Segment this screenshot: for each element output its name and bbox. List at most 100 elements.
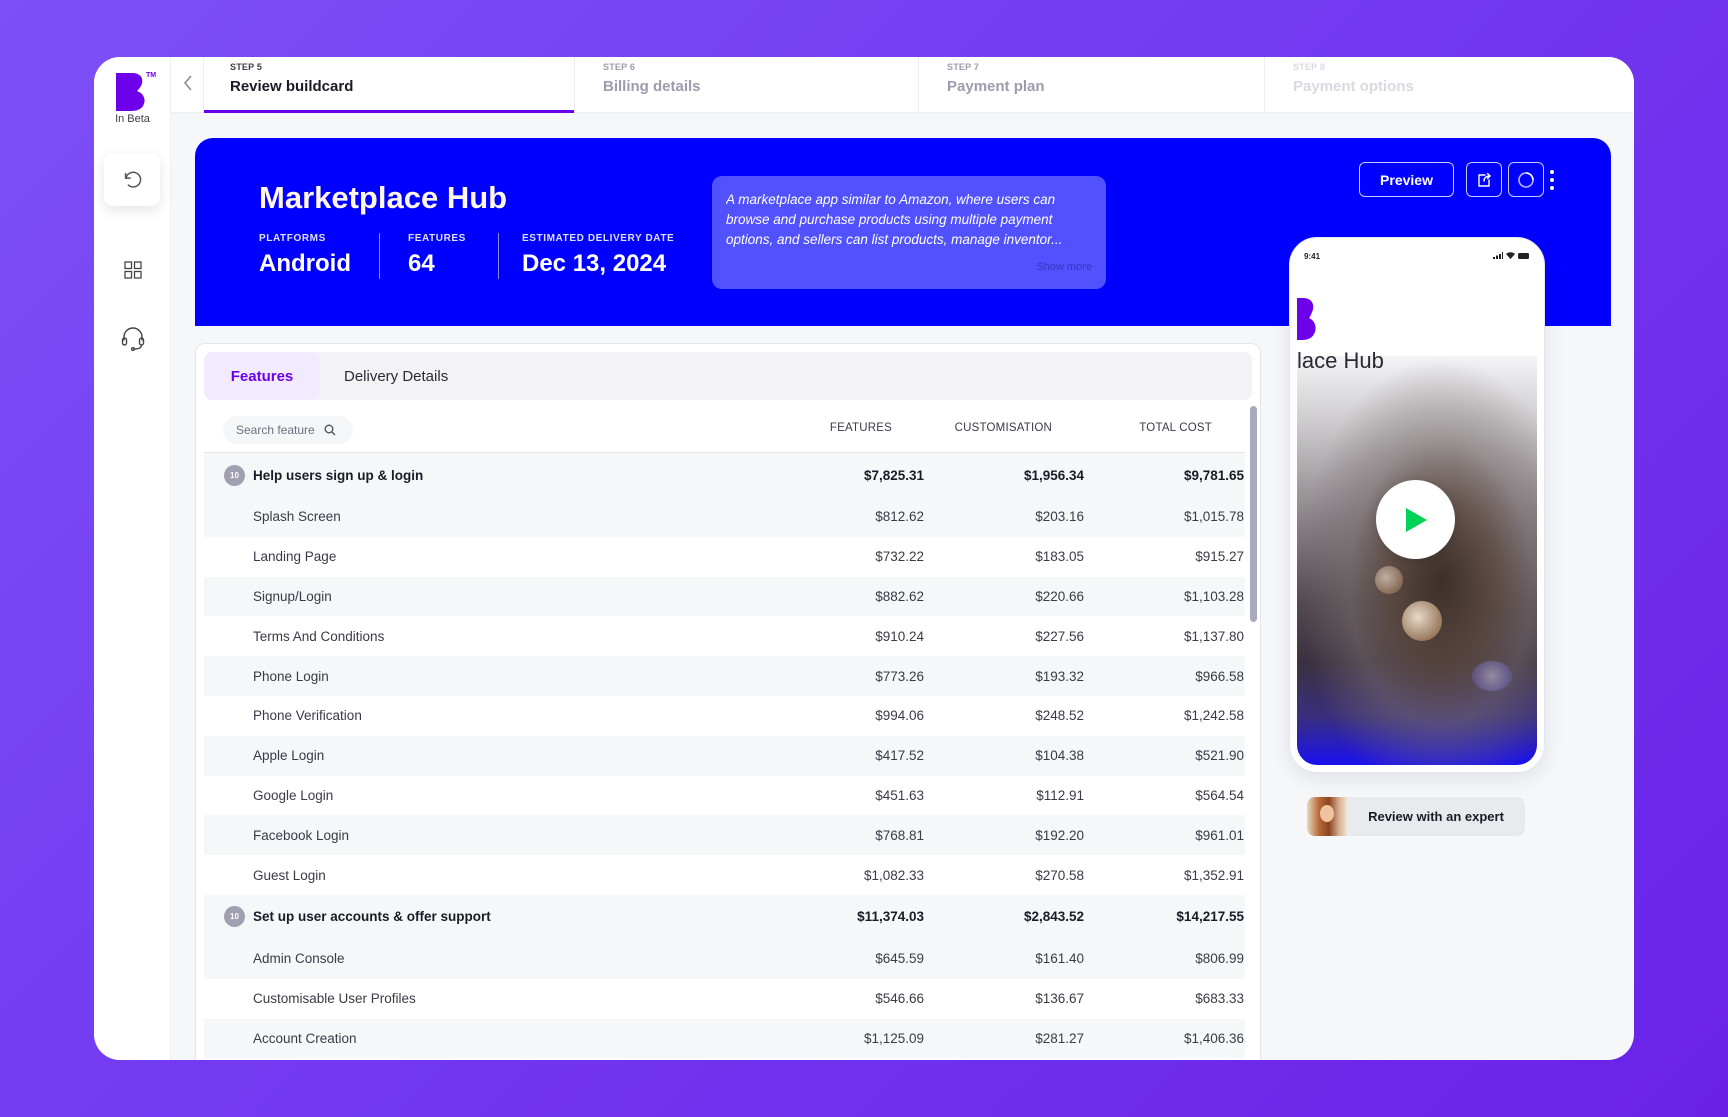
- feature-name: Signup/Login: [253, 588, 332, 604]
- table-tabs: Features Delivery Details: [204, 352, 1252, 400]
- feature-row[interactable]: Apple Login $417.52 $104.38 $521.90: [204, 735, 1245, 776]
- play-button[interactable]: [1376, 480, 1455, 559]
- features-cost: $7,825.31: [863, 467, 924, 483]
- feature-row[interactable]: Admin Console $645.59 $161.40 $806.99: [204, 938, 1245, 979]
- support-button[interactable]: [94, 325, 171, 351]
- features-cost: $910.24: [875, 628, 924, 644]
- step-billing-details[interactable]: STEP 6 Billing details: [574, 57, 918, 113]
- features-meta: FEATURES 64: [408, 233, 466, 281]
- feature-name: Terms And Conditions: [253, 628, 385, 644]
- feature-name: Admin Console: [253, 951, 345, 967]
- customisation-cost: $220.66: [1035, 588, 1084, 604]
- search-input[interactable]: [236, 423, 316, 437]
- dashboard-button[interactable]: [94, 261, 171, 279]
- features-cost: $546.66: [875, 991, 924, 1007]
- tab-features[interactable]: Features: [204, 352, 320, 400]
- show-more-link[interactable]: Show more: [1036, 261, 1092, 273]
- review-with-expert-button[interactable]: Review with an expert: [1307, 797, 1525, 836]
- feature-name: Facebook Login: [253, 827, 350, 843]
- platforms-meta: PLATFORMS Android: [259, 233, 351, 281]
- app-logo: [1297, 298, 1316, 340]
- share-icon: [1478, 172, 1491, 187]
- search-feature[interactable]: [223, 416, 353, 444]
- total-cost: $961.01: [1195, 827, 1244, 843]
- feature-row[interactable]: Account Creation $1,125.09 $281.27 $1,406.3…: [204, 1018, 1245, 1059]
- feature-row[interactable]: Guest Login $1,082.33 $270.58 $1,352.91: [204, 855, 1245, 895]
- feature-name: Set up user accounts & offer support: [253, 909, 491, 925]
- builder-logo[interactable]: [116, 73, 146, 111]
- customisation-cost: $112.91: [1036, 787, 1084, 803]
- battery-icon: [1518, 252, 1529, 259]
- feature-row[interactable]: Terms And Conditions $910.24 $227.56 $1,137…: [204, 616, 1245, 656]
- more-options-icon[interactable]: [1547, 170, 1557, 190]
- feature-count-badge: 10: [224, 464, 245, 486]
- feature-name: Google Login: [253, 787, 334, 803]
- feature-row[interactable]: Google Login $451.63 $112.91 $564.54: [204, 776, 1245, 816]
- feature-name: Customisable User Profiles: [253, 991, 416, 1007]
- tab-delivery-details[interactable]: Delivery Details: [344, 352, 448, 400]
- total-cost: $1,103.28: [1183, 588, 1244, 604]
- app-video-thumbnail[interactable]: [1297, 356, 1537, 765]
- feature-row[interactable]: Splash Screen $812.62 $203.16 $1,015.78: [204, 497, 1245, 537]
- features-cost: $645.59: [875, 951, 924, 967]
- wifi-icon: [1506, 252, 1515, 259]
- step-title: Review buildcard: [230, 78, 354, 95]
- feature-name: Guest Login: [253, 867, 326, 883]
- status-icons: [1493, 252, 1530, 259]
- description-text: A marketplace app similar to Amazon, whe…: [726, 192, 1063, 247]
- total-cost: $806.99: [1195, 951, 1244, 967]
- headset-icon: [121, 327, 144, 351]
- meta-value: Dec 13, 2024: [522, 250, 667, 277]
- features-cost: $768.81: [875, 827, 924, 843]
- step-payment-plan[interactable]: STEP 7 Payment plan: [918, 57, 1264, 113]
- column-header-customisation: CUSTOMISATION: [954, 422, 1052, 434]
- feature-row[interactable]: Phone Login $773.26 $193.32 $966.58: [204, 656, 1245, 696]
- features-cost: $732.22: [875, 549, 924, 565]
- customisation-cost: $136.67: [1035, 991, 1084, 1007]
- customisation-cost: $248.52: [1035, 708, 1084, 724]
- customisation-cost: $270.58: [1035, 867, 1084, 883]
- meta-value: Android: [259, 250, 351, 277]
- features-cost: $417.52: [875, 748, 924, 764]
- share-button[interactable]: [1466, 162, 1502, 197]
- total-cost: $1,242.58: [1183, 708, 1244, 724]
- feature-group-row[interactable]: 10 Set up user accounts & offer support $1…: [204, 894, 1245, 939]
- meta-divider: [379, 233, 380, 279]
- feature-row[interactable]: Customisable User Profiles $546.66 $136.67…: [204, 979, 1245, 1019]
- customisation-cost: $227.56: [1035, 628, 1084, 644]
- feature-row[interactable]: Landing Page $732.22 $183.05 $915.27: [204, 537, 1245, 577]
- meta-value: 64: [408, 250, 435, 277]
- sidebar: TM In Beta: [94, 57, 171, 1060]
- feature-row[interactable]: Facebook Login $768.81 $192.20 $961.01: [204, 815, 1245, 856]
- step-title: Payment plan: [947, 78, 1045, 95]
- feature-name: Phone Login: [253, 668, 329, 684]
- total-cost: $1,406.36: [1183, 1030, 1244, 1046]
- app-window: TM In Beta STEP 5 Review buildcard STEP …: [94, 57, 1634, 1060]
- loading-button[interactable]: [1508, 162, 1544, 197]
- features-cost: $994.06: [875, 708, 924, 724]
- total-cost: $564.54: [1195, 787, 1244, 803]
- step-review-buildcard[interactable]: STEP 5 Review buildcard: [203, 57, 574, 113]
- step-title: Billing details: [603, 78, 701, 95]
- undo-button[interactable]: [104, 154, 160, 206]
- preview-button[interactable]: Preview: [1359, 162, 1454, 197]
- step-number: STEP 8: [1293, 62, 1326, 72]
- table-scrollbar[interactable]: [1250, 406, 1257, 622]
- feature-name: Help users sign up & login: [253, 467, 424, 483]
- step-number: STEP 6: [603, 62, 636, 72]
- back-button[interactable]: [179, 71, 197, 95]
- chevron-left-icon: [183, 75, 192, 91]
- customisation-cost: $192.20: [1035, 827, 1084, 843]
- feature-name: Apple Login: [253, 748, 325, 764]
- features-cost: $812.62: [875, 509, 924, 525]
- project-description: A marketplace app similar to Amazon, whe…: [712, 176, 1106, 289]
- trademark-label: TM: [146, 72, 157, 79]
- feature-group-row[interactable]: 10 Help users sign up & login $7,825.31 $1,…: [204, 453, 1245, 497]
- column-header-features: FEATURES: [829, 422, 892, 434]
- customisation-cost: $104.38: [1035, 748, 1084, 764]
- feature-row[interactable]: Signup/Login $882.62 $220.66 $1,103.28: [204, 576, 1245, 617]
- total-cost: $1,352.91: [1183, 867, 1244, 883]
- meta-key: FEATURES: [408, 233, 466, 244]
- feature-name: Account Creation: [253, 1030, 357, 1046]
- feature-row[interactable]: Phone Verification $994.06 $248.52 $1,242.5…: [204, 696, 1245, 736]
